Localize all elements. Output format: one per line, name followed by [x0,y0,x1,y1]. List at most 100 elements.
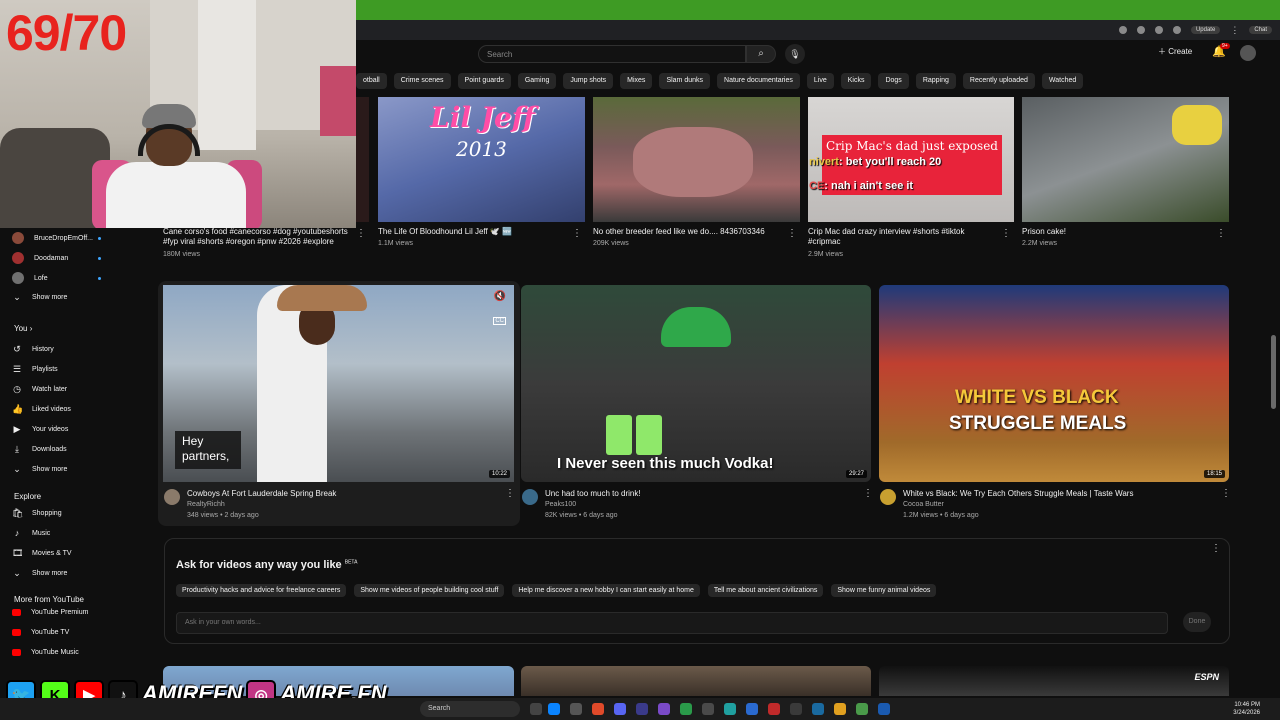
filter-chip[interactable]: Recently uploaded [962,73,1035,89]
video-title[interactable]: White vs Black: We Try Each Others Strug… [903,489,1213,499]
create-button[interactable]: ＋ Create [1158,46,1192,57]
edge-icon[interactable] [548,703,560,715]
video-thumbnail[interactable]: WHITE VS BLACK STRUGGLE MEALS 18:15 [879,285,1229,482]
filter-chip[interactable]: Watched [1041,73,1084,89]
account-avatar[interactable] [1240,45,1256,61]
microphone-icon[interactable]: 🎙 [785,44,805,64]
sidebar-item[interactable]: ☰ Playlists [12,364,58,374]
video-thumbnail[interactable]: I Never seen this much Vodka! 29:27 [521,285,871,482]
sidebar-item[interactable]: ⤓ Downloads [12,444,67,454]
more-actions-icon[interactable]: ⋮ [572,228,582,239]
video-thumbnail[interactable]: Hey partners, 🔇 CC 10:22 [163,285,514,482]
filter-chip[interactable]: Gaming [517,73,557,89]
sidebar-subscription-item[interactable]: BruceDropEmOff... [12,232,93,244]
sidebar-show-more[interactable]: ⌄ Show more [12,464,67,474]
task-view-icon[interactable] [530,703,542,715]
steam-icon[interactable] [812,703,824,715]
sidebar-subscription-item[interactable]: Doodaman [12,252,68,264]
sidebar-section-you[interactable]: You › [14,324,32,333]
video-title[interactable]: The Life Of Bloodhound Lil Jeff 🕊️ 🆕 [378,227,568,237]
app-icon[interactable] [878,703,890,715]
ask-input[interactable]: Ask in your own words... [176,612,1168,634]
sidebar-subscription-item[interactable]: Lofe [12,272,48,284]
video-title[interactable]: Cane corso's food #canecorso #dog #youtu… [163,227,353,247]
chrome-icon[interactable] [592,703,604,715]
sidebar-item[interactable]: YouTube Premium [12,609,88,616]
sidebar-show-more[interactable]: ⌄ Show more [12,568,67,578]
search-input[interactable]: Search [478,45,746,63]
app-icon[interactable] [834,703,846,715]
filter-chip[interactable]: Crime scenes [393,73,451,89]
sidebar-item[interactable]: 🛍 Shopping [12,508,62,518]
channel-avatar[interactable] [164,489,180,505]
channel-avatar[interactable] [880,489,896,505]
video-title[interactable]: Crip Mac dad crazy interview #shorts #ti… [808,227,998,247]
app-icon[interactable] [658,703,670,715]
video-title[interactable]: Prison cake! [1022,227,1212,237]
ask-suggestion-chip[interactable]: Help me discover a new hobby I can start… [512,584,700,597]
video-thumbnail[interactable] [593,97,800,222]
filter-chip[interactable]: Kicks [840,73,872,89]
sidebar-item[interactable]: 🎞 Movies & TV [12,548,72,558]
ask-suggestion-chip[interactable]: Tell me about ancient civilizations [707,584,824,597]
discord-icon[interactable] [614,703,626,715]
filter-chip[interactable]: Jump shots [563,73,614,89]
ask-suggestion-chip[interactable]: Show me funny animal videos [831,584,937,597]
page-scrollbar[interactable] [1271,335,1276,409]
browser-update-button[interactable]: Update [1190,26,1221,34]
sidebar-item[interactable]: ◷ Watch later [12,384,67,394]
app-icon[interactable] [746,703,758,715]
channel-avatar[interactable] [522,489,538,505]
browser-tab-strip[interactable] [356,0,1280,20]
more-actions-icon[interactable]: ⋮ [1216,228,1226,239]
video-thumbnail[interactable] [521,666,871,696]
sidebar-item[interactable]: ▶ Your videos [12,424,69,434]
filter-chip[interactable]: Point guards [457,73,511,89]
filter-chip[interactable]: otball [356,73,387,89]
sidebar-item[interactable]: YouTube Music [12,649,79,656]
video-title[interactable]: No other breeder feed like we do.... 843… [593,227,783,237]
more-actions-icon[interactable]: ⋮ [356,228,366,239]
channel-name[interactable]: RealtyRichh [187,501,225,508]
filter-chip[interactable]: Rapping [915,73,956,89]
video-title[interactable]: Unc had too much to drink! [545,489,855,499]
extension-icon[interactable] [1154,26,1163,34]
taskbar-clock[interactable]: 10:46 PM 3/24/2026 [1233,701,1260,717]
video-thumbnail[interactable]: ESPN [879,666,1229,696]
filter-chip[interactable]: Slam dunks [659,73,711,89]
app-icon[interactable] [570,703,582,715]
more-actions-icon[interactable]: ⋮ [1221,488,1231,499]
done-button[interactable]: Done [1183,612,1211,632]
more-actions-icon[interactable]: ⋮ [863,488,873,499]
filter-chip[interactable]: Live [806,73,834,89]
filter-chip[interactable]: Nature documentaries [717,73,800,89]
sidebar-item[interactable]: 👍 Liked videos [12,404,71,414]
more-actions-icon[interactable]: ⋮ [1211,543,1221,554]
more-actions-icon[interactable]: ⋮ [787,228,797,239]
channel-name[interactable]: Cocoa Butter [903,501,944,508]
app-icon[interactable] [724,703,736,715]
app-icon[interactable] [680,703,692,715]
video-title[interactable]: Cowboys At Fort Lauderdale Spring Break [187,489,497,499]
channel-name[interactable]: Peaks100 [545,501,576,508]
ask-suggestion-chip[interactable]: Productivity hacks and advice for freela… [176,584,347,597]
filter-chip[interactable]: Mixes [620,73,653,89]
ask-suggestion-chip[interactable]: Show me videos of people building cool s… [354,584,505,597]
sidebar-show-more[interactable]: ⌄ Show more [12,292,67,302]
extension-icon[interactable] [1136,26,1145,34]
video-thumbnail[interactable]: Lil Jeff 2013 [378,97,585,222]
more-actions-icon[interactable]: ⋮ [505,488,515,499]
taskbar-search[interactable]: Search [420,701,520,717]
mute-icon[interactable]: 🔇 [494,291,506,302]
more-menu-icon[interactable]: ⋮ [1230,25,1239,36]
filter-chip[interactable]: Dogs [878,73,909,89]
sidebar-item[interactable]: ♪ Music [12,528,51,538]
app-icon[interactable] [702,703,714,715]
app-icon[interactable] [636,703,648,715]
sidebar-item[interactable]: ↺ History [12,344,54,354]
sidebar-item[interactable]: YouTube TV [12,629,69,636]
profile-icon[interactable] [1172,26,1181,34]
app-icon[interactable] [768,703,780,715]
search-icon[interactable]: ⌕ [746,45,776,63]
more-actions-icon[interactable]: ⋮ [1001,228,1011,239]
